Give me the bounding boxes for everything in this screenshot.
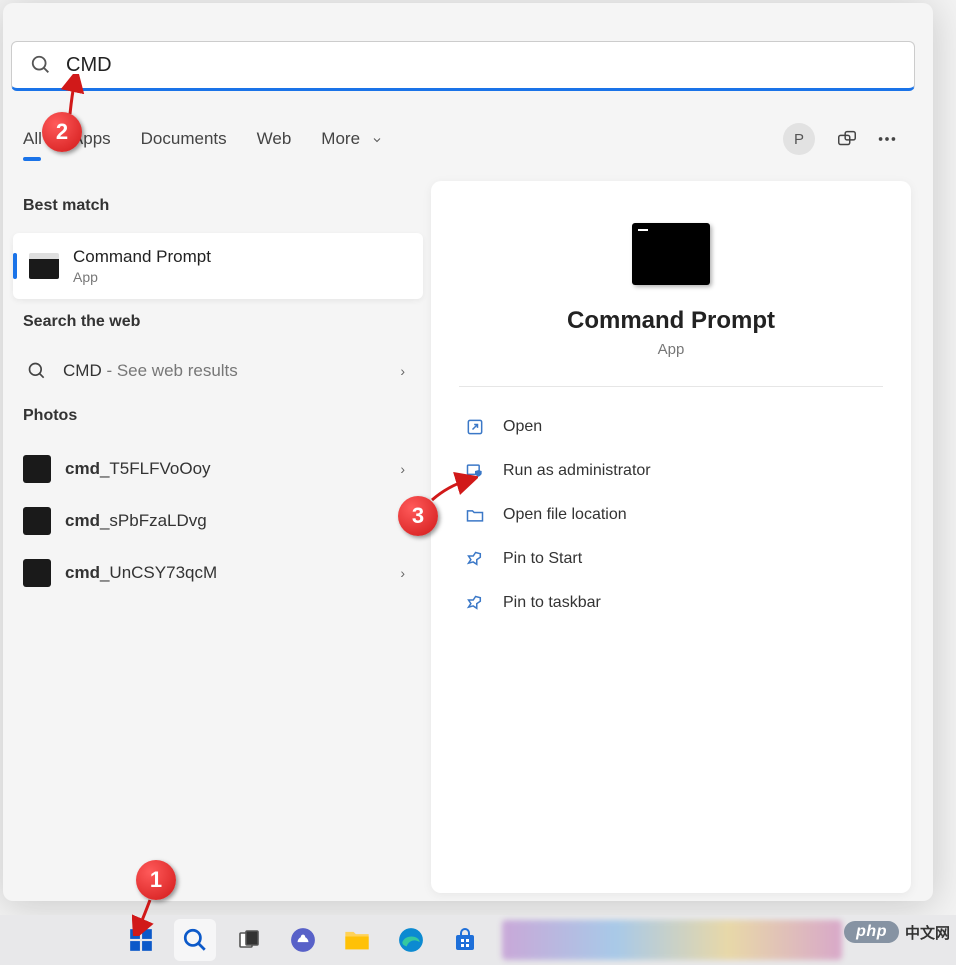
more-options-icon[interactable]: [873, 125, 901, 153]
command-prompt-large-icon: [632, 223, 710, 285]
annotation-1: 1: [136, 860, 176, 900]
filter-row: All Apps Documents Web More P: [23, 115, 913, 163]
photo-thumb-icon: [23, 559, 51, 587]
search-web-header: Search the web: [13, 299, 423, 349]
photo-result-item[interactable]: cmd_UnCSY73qcM ›: [13, 547, 423, 599]
annotation-arrow-3: [428, 472, 478, 506]
taskbar-chat[interactable]: [282, 919, 324, 961]
photo-thumb-icon: [23, 507, 51, 535]
open-icon: [463, 415, 487, 439]
taskbar-edge[interactable]: [390, 919, 432, 961]
user-avatar[interactable]: P: [783, 123, 815, 155]
photos-header: Photos: [13, 393, 423, 443]
details-title: Command Prompt: [459, 307, 883, 335]
best-match-item[interactable]: Command Prompt App: [13, 233, 423, 299]
results-list: Best match Command Prompt App Search the…: [13, 183, 423, 599]
search-icon: [23, 361, 51, 381]
action-open-file-location[interactable]: Open file location: [459, 493, 883, 537]
photo-result-item[interactable]: cmd_T5FLFVoOoy ›: [13, 443, 423, 495]
watermark-text: 中文网: [905, 922, 950, 943]
taskbar-file-explorer[interactable]: [336, 919, 378, 961]
chevron-right-icon: ›: [400, 565, 413, 581]
details-panel: Command Prompt App Open Run as administr…: [431, 181, 911, 893]
search-icon: [30, 54, 52, 76]
web-result-term: CMD: [63, 361, 102, 380]
search-bar[interactable]: [11, 41, 915, 91]
best-match-subtitle: App: [73, 269, 211, 285]
best-match-title: Command Prompt: [73, 247, 211, 267]
taskbar-blurred-region: [502, 920, 842, 960]
details-subtitle: App: [459, 341, 883, 358]
web-result-item[interactable]: CMD - See web results ›: [13, 349, 423, 393]
best-match-header: Best match: [13, 183, 423, 233]
photo-thumb-icon: [23, 455, 51, 483]
start-search-panel: All Apps Documents Web More P Best match…: [3, 3, 933, 901]
pin-icon: [463, 591, 487, 615]
annotation-arrow-1: [132, 896, 162, 936]
annotation-2: 2: [42, 112, 82, 152]
filter-tab-all[interactable]: All: [23, 121, 42, 157]
chevron-right-icon: ›: [400, 363, 413, 379]
taskbar-task-view[interactable]: [228, 919, 270, 961]
taskbar-store[interactable]: [444, 919, 486, 961]
action-open[interactable]: Open: [459, 405, 883, 449]
search-input[interactable]: [66, 54, 896, 77]
chevron-down-icon: [371, 134, 383, 146]
pin-icon: [463, 547, 487, 571]
taskbar-search-button[interactable]: [174, 919, 216, 961]
filter-tab-documents[interactable]: Documents: [141, 121, 227, 157]
divider: [459, 386, 883, 387]
folder-icon: [463, 503, 487, 527]
command-prompt-icon: [29, 253, 59, 279]
filter-tab-more[interactable]: More: [321, 121, 382, 157]
chevron-right-icon: ›: [400, 461, 413, 477]
action-pin-to-taskbar[interactable]: Pin to taskbar: [459, 581, 883, 625]
filter-tab-web[interactable]: Web: [257, 121, 292, 157]
watermark-pill: php: [844, 921, 899, 943]
web-result-suffix: - See web results: [102, 361, 238, 380]
chat-icon[interactable]: [833, 125, 861, 153]
action-pin-to-start[interactable]: Pin to Start: [459, 537, 883, 581]
watermark: php 中文网: [844, 921, 950, 943]
photo-result-item[interactable]: cmd_sPbFzaLDvg ›: [13, 495, 423, 547]
annotation-3: 3: [398, 496, 438, 536]
action-run-as-admin[interactable]: Run as administrator: [459, 449, 883, 493]
